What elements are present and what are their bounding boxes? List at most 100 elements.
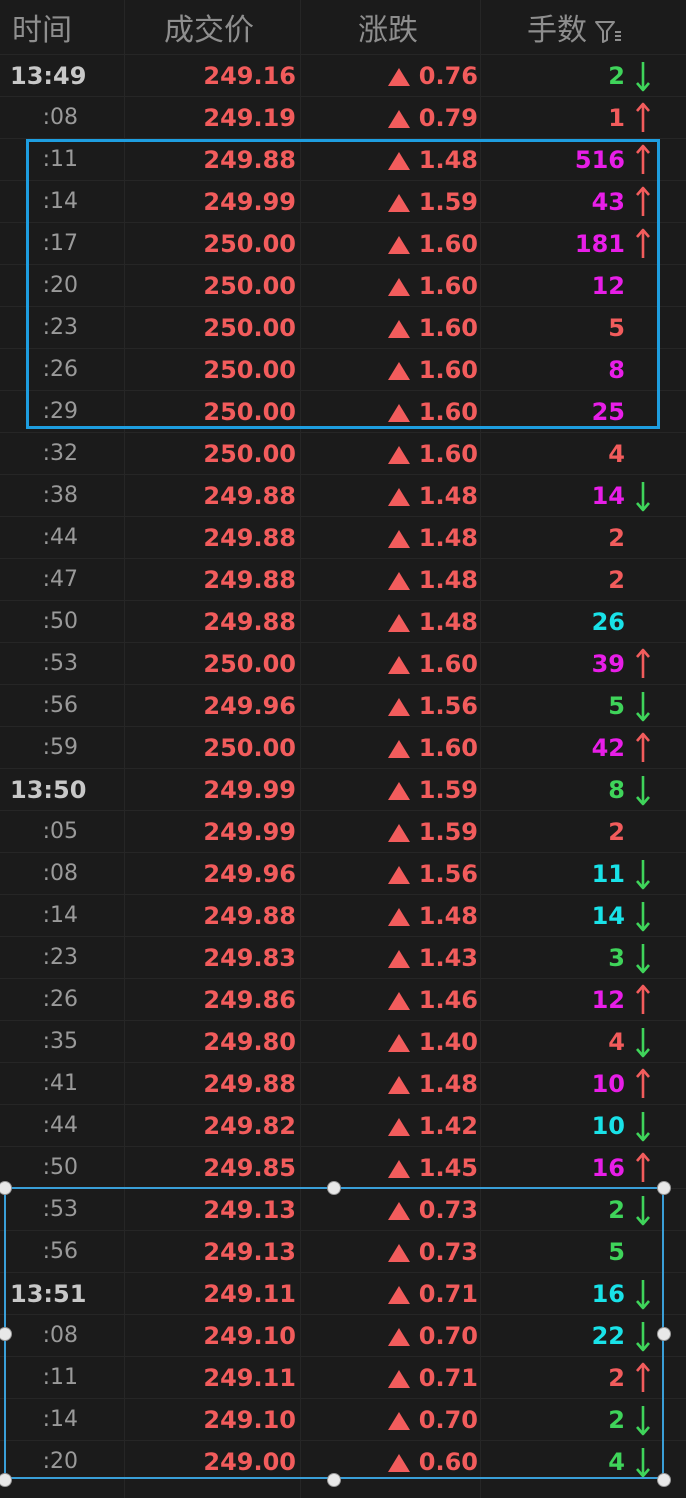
trade-time: :50	[42, 609, 78, 634]
up-triangle-icon	[388, 992, 410, 1010]
resize-handle-bottom[interactable]	[327, 1473, 341, 1487]
table-row[interactable]: :14 249.88 1.48 14	[0, 894, 686, 936]
trade-price: 249.88	[203, 524, 296, 552]
table-row[interactable]: :44 249.88 1.48 2	[0, 516, 686, 558]
up-triangle-icon	[388, 488, 410, 506]
trade-volume: 11	[591, 860, 625, 888]
trade-change: 1.48	[418, 566, 478, 594]
arrow-down-icon	[636, 482, 650, 512]
filter-icon[interactable]	[594, 18, 622, 46]
table-row[interactable]: 13:49 249.16 0.76 2	[0, 54, 686, 96]
resize-handle-top-right[interactable]	[657, 1181, 671, 1195]
trade-time: :41	[42, 1071, 78, 1096]
up-triangle-icon	[388, 866, 410, 884]
trade-volume: 2	[608, 524, 625, 552]
table-row[interactable]: :32 250.00 1.60 4	[0, 432, 686, 474]
arrow-down-icon	[636, 1112, 650, 1142]
up-triangle-icon	[388, 1034, 410, 1052]
trade-change: 1.48	[418, 902, 478, 930]
trade-price: 249.96	[203, 860, 296, 888]
trade-time: :32	[42, 441, 78, 466]
resize-handle-bottom-right[interactable]	[657, 1473, 671, 1487]
table-row[interactable]: :41 249.88 1.48 10	[0, 1062, 686, 1104]
up-triangle-icon	[388, 1076, 410, 1094]
trade-volume: 2	[608, 566, 625, 594]
table-row[interactable]: :35 249.80 1.40 4	[0, 1020, 686, 1062]
trade-price: 250.00	[203, 734, 296, 762]
trade-time: 13:50	[10, 776, 87, 804]
trade-volume: 2	[608, 818, 625, 846]
table-row[interactable]: :59 250.00 1.60 42	[0, 726, 686, 768]
table-header: 时间 成交价 涨跌 手数	[0, 0, 686, 52]
up-triangle-icon	[388, 1160, 410, 1178]
arrow-down-icon	[636, 860, 650, 890]
trade-price: 249.85	[203, 1154, 296, 1182]
trade-change: 1.59	[418, 818, 478, 846]
trade-price: 249.96	[203, 692, 296, 720]
trade-change: 1.60	[418, 440, 478, 468]
table-row[interactable]: :50 249.85 1.45 16	[0, 1146, 686, 1188]
trade-price: 249.86	[203, 986, 296, 1014]
trade-time: :47	[42, 567, 78, 592]
up-triangle-icon	[388, 446, 410, 464]
trade-price: 249.16	[203, 62, 296, 90]
trade-change: 1.45	[418, 1154, 478, 1182]
trade-time: :08	[42, 105, 78, 130]
up-triangle-icon	[388, 740, 410, 758]
trade-change: 1.48	[418, 524, 478, 552]
arrow-up-icon	[636, 1152, 650, 1182]
header-change[interactable]: 涨跌	[358, 14, 418, 48]
table-row[interactable]: :47 249.88 1.48 2	[0, 558, 686, 600]
trade-volume: 42	[591, 734, 625, 762]
table-row[interactable]: :08 249.19 0.79 1	[0, 96, 686, 138]
trade-change: 1.48	[418, 482, 478, 510]
table-row[interactable]: :26 249.86 1.46 12	[0, 978, 686, 1020]
trade-time: :08	[42, 861, 78, 886]
table-row[interactable]: 13:50 249.99 1.59 8	[0, 768, 686, 810]
trade-change: 1.48	[418, 608, 478, 636]
trade-change: 1.56	[418, 860, 478, 888]
table-row[interactable]: :05 249.99 1.59 2	[0, 810, 686, 852]
up-triangle-icon	[388, 908, 410, 926]
header-volume[interactable]: 手数	[527, 14, 587, 48]
table-row[interactable]: :56 249.96 1.56 5	[0, 684, 686, 726]
trade-change: 1.59	[418, 776, 478, 804]
trade-volume: 4	[608, 1028, 625, 1056]
up-triangle-icon	[388, 1118, 410, 1136]
arrow-up-icon	[636, 648, 650, 678]
table-row[interactable]: :53 250.00 1.60 39	[0, 642, 686, 684]
arrow-down-icon	[636, 776, 650, 806]
table-row[interactable]: :50 249.88 1.48 26	[0, 600, 686, 642]
table-row[interactable]: :38 249.88 1.48 14	[0, 474, 686, 516]
trade-volume: 16	[591, 1154, 625, 1182]
trade-price: 249.83	[203, 944, 296, 972]
trade-change: 1.56	[418, 692, 478, 720]
trade-volume: 10	[591, 1070, 625, 1098]
table-row[interactable]: :08 249.96 1.56 11	[0, 852, 686, 894]
header-time[interactable]: 时间	[12, 14, 72, 48]
trade-volume: 8	[608, 776, 625, 804]
trade-price: 249.99	[203, 776, 296, 804]
trade-price: 249.88	[203, 482, 296, 510]
resize-handle-right[interactable]	[657, 1327, 671, 1341]
selection-box-resizable[interactable]	[4, 1187, 664, 1479]
arrow-down-icon	[636, 1028, 650, 1058]
resize-handle-top[interactable]	[327, 1181, 341, 1195]
resize-handle-bottom-left[interactable]	[0, 1473, 12, 1487]
trade-volume: 2	[608, 62, 625, 90]
trade-price: 249.88	[203, 1070, 296, 1098]
trade-time: 13:49	[10, 62, 87, 90]
trade-time: :23	[42, 945, 78, 970]
trade-time: :38	[42, 483, 78, 508]
trade-volume: 4	[608, 440, 625, 468]
trade-volume: 10	[591, 1112, 625, 1140]
header-price[interactable]: 成交价	[164, 14, 254, 48]
up-triangle-icon	[388, 950, 410, 968]
table-row[interactable]: :44 249.82 1.42 10	[0, 1104, 686, 1146]
arrow-up-icon	[636, 102, 650, 132]
trade-time: :44	[42, 1113, 78, 1138]
table-row[interactable]: :23 249.83 1.43 3	[0, 936, 686, 978]
trade-price: 249.19	[203, 104, 296, 132]
up-triangle-icon	[388, 68, 410, 86]
selection-box[interactable]	[26, 139, 660, 429]
